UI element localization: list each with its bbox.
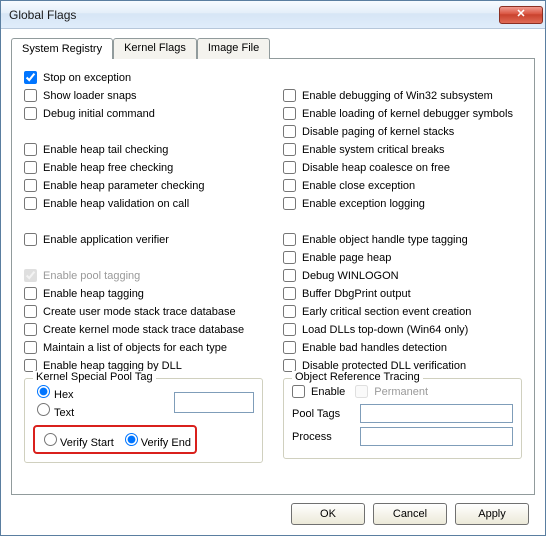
- radio-verify-end[interactable]: Verify End: [120, 430, 191, 449]
- chk-show-loader[interactable]: Show loader snaps: [24, 87, 263, 104]
- chk-ort-permanent: Permanent: [355, 385, 428, 398]
- chk-heap-tail[interactable]: Enable heap tail checking: [24, 141, 263, 158]
- chk-user-mode-db[interactable]: Create user mode stack trace database: [24, 303, 263, 320]
- chk-close-exception[interactable]: Enable close exception: [283, 177, 522, 194]
- chk-bad-handles[interactable]: Enable bad handles detection: [283, 339, 522, 356]
- left-column: Stop on exception Show loader snaps Debu…: [24, 69, 263, 463]
- group-kernel-pool-tag: Kernel Special Pool Tag Hex Text Verify …: [24, 378, 263, 463]
- chk-pool-tagging: Enable pool tagging: [24, 267, 263, 284]
- radio-text[interactable]: Text: [33, 403, 74, 419]
- chk-ort-enable[interactable]: Enable: [292, 385, 345, 398]
- chk-heap-param[interactable]: Enable heap parameter checking: [24, 177, 263, 194]
- chk-handle-type-tag[interactable]: Enable object handle type tagging: [283, 231, 522, 248]
- highlight-verify: Verify Start Verify End: [33, 425, 197, 454]
- chk-heap-valid[interactable]: Enable heap validation on call: [24, 195, 263, 212]
- cancel-button[interactable]: Cancel: [373, 503, 447, 525]
- window-title: Global Flags: [9, 8, 76, 22]
- chk-buffer-dbgprint[interactable]: Buffer DbgPrint output: [283, 285, 522, 302]
- chk-early-crit[interactable]: Early critical section event creation: [283, 303, 522, 320]
- group-legend-ort: Object Reference Tracing: [292, 371, 423, 383]
- group-legend-kernel-pool: Kernel Special Pool Tag: [33, 371, 156, 383]
- button-row: OK Cancel Apply: [11, 495, 535, 525]
- label-process: Process: [292, 431, 354, 443]
- radio-verify-start[interactable]: Verify Start: [39, 430, 114, 449]
- radio-hex[interactable]: Hex: [33, 385, 74, 401]
- tab-system-registry[interactable]: System Registry: [11, 38, 113, 59]
- input-pool-tags[interactable]: [360, 404, 513, 423]
- chk-exception-log[interactable]: Enable exception logging: [283, 195, 522, 212]
- titlebar: Global Flags ✕: [1, 1, 545, 29]
- chk-disable-coalesce[interactable]: Disable heap coalesce on free: [283, 159, 522, 176]
- columns: Stop on exception Show loader snaps Debu…: [24, 69, 522, 463]
- dialog-window: Global Flags ✕ System Registry Kernel Fl…: [0, 0, 546, 536]
- chk-heap-tagging[interactable]: Enable heap tagging: [24, 285, 263, 302]
- chk-win32-debug[interactable]: Enable debugging of Win32 subsystem: [283, 87, 522, 104]
- ort-top-row: Enable Permanent: [292, 385, 513, 398]
- close-button[interactable]: ✕: [499, 6, 543, 24]
- chk-maintain-list[interactable]: Maintain a list of objects for each type: [24, 339, 263, 356]
- group-object-reference-tracing: Object Reference Tracing Enable Permanen…: [283, 378, 522, 459]
- apply-button[interactable]: Apply: [455, 503, 529, 525]
- chk-load-dll-topdown[interactable]: Load DLLs top-down (Win64 only): [283, 321, 522, 338]
- tab-kernel-flags[interactable]: Kernel Flags: [113, 38, 197, 59]
- chk-kernel-mode-db[interactable]: Create kernel mode stack trace database: [24, 321, 263, 338]
- client-area: System Registry Kernel Flags Image File …: [1, 29, 545, 535]
- row-pool-tags: Pool Tags: [292, 404, 513, 423]
- chk-app-verifier[interactable]: Enable application verifier: [24, 231, 263, 248]
- chk-sys-crit-break[interactable]: Enable system critical breaks: [283, 141, 522, 158]
- label-pool-tags: Pool Tags: [292, 408, 354, 420]
- input-pool-tag[interactable]: [174, 392, 254, 413]
- chk-kernel-dbg-sym[interactable]: Enable loading of kernel debugger symbol…: [283, 105, 522, 122]
- chk-page-heap[interactable]: Enable page heap: [283, 249, 522, 266]
- close-icon: ✕: [516, 8, 525, 20]
- row-process: Process: [292, 427, 513, 446]
- tabpage-system-registry: Stop on exception Show loader snaps Debu…: [11, 58, 535, 495]
- tabstrip: System Registry Kernel Flags Image File: [11, 37, 535, 58]
- tab-image-file[interactable]: Image File: [197, 38, 270, 59]
- chk-debug-initial[interactable]: Debug initial command: [24, 105, 263, 122]
- input-process[interactable]: [360, 427, 513, 446]
- right-column: Enable debugging of Win32 subsystem Enab…: [283, 69, 522, 463]
- chk-disable-paging[interactable]: Disable paging of kernel stacks: [283, 123, 522, 140]
- chk-stop-exception[interactable]: Stop on exception: [24, 69, 263, 86]
- ok-button[interactable]: OK: [291, 503, 365, 525]
- chk-heap-free[interactable]: Enable heap free checking: [24, 159, 263, 176]
- row-hex: Hex Text: [33, 385, 254, 419]
- chk-debug-winlogon[interactable]: Debug WINLOGON: [283, 267, 522, 284]
